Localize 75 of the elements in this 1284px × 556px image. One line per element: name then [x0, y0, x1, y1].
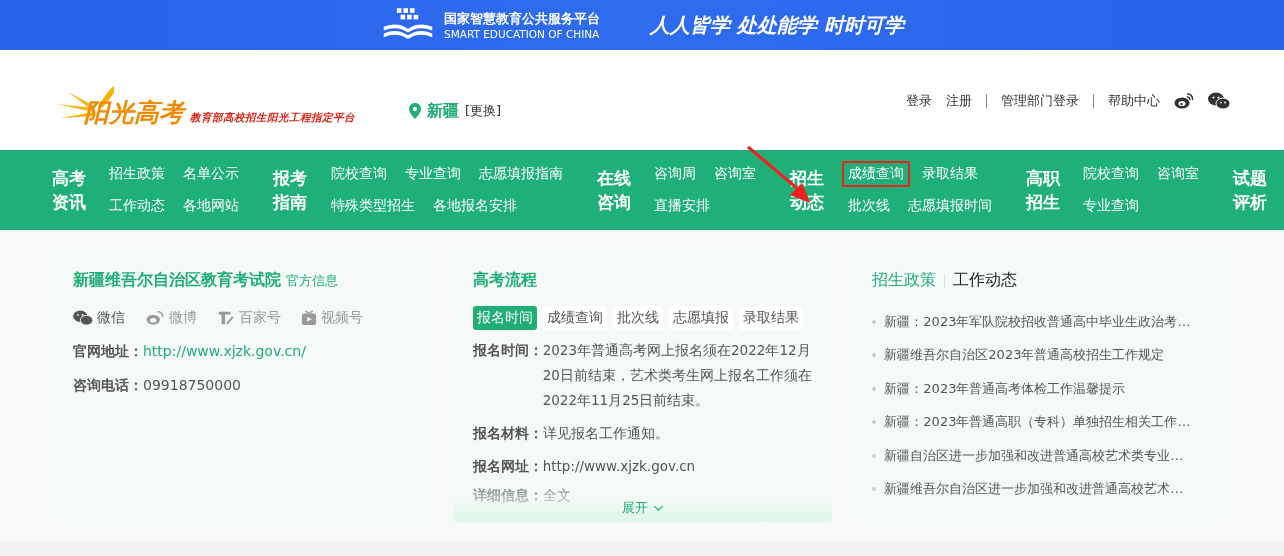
nav-link[interactable]: 志愿填报时间 — [901, 193, 998, 219]
website-link[interactable]: http://www.xjzk.gov.cn/ — [143, 343, 306, 361]
platform-name-english: SMART EDUCATION OF CHINA — [444, 26, 601, 41]
nav-link[interactable]: 咨询室 — [1150, 161, 1205, 187]
document-pen-icon — [217, 310, 235, 326]
chevron-down-icon — [652, 505, 664, 512]
news-link[interactable]: 新疆维吾尔自治区进一步加强和改进普通高校艺术… — [884, 480, 1184, 499]
nav-link[interactable]: 录取结果 — [915, 161, 984, 187]
news-tab[interactable]: 招生政策 — [872, 270, 937, 291]
header-link[interactable]: 管理部门登录 — [1001, 92, 1079, 110]
nav-link[interactable]: 院校查询 — [1076, 161, 1145, 187]
nav-link[interactable]: 成绩查询 — [841, 161, 910, 187]
platform-name: 国家智慧教育公共服务平台 — [444, 9, 601, 27]
header-link[interactable]: 注册 — [946, 92, 972, 110]
field-label: 报名时间： — [472, 341, 543, 360]
institution-name: 新疆维吾尔自治区教育考试院 — [73, 270, 281, 291]
tv-play-icon — [301, 310, 317, 326]
location-pin-icon — [409, 103, 421, 119]
field-label: 报名网址： — [472, 457, 543, 476]
nav-link[interactable]: 专业查询 — [1076, 193, 1145, 219]
news-link[interactable]: 新疆：2023年普通高职（专科）单独招生相关工作… — [884, 413, 1191, 432]
nav-category-link[interactable]: 试题评析 — [1232, 166, 1271, 214]
social-link[interactable]: 微信 — [73, 309, 125, 327]
nav-link[interactable]: 志愿填报指南 — [472, 161, 569, 187]
field-value: 详见报名工作通知。 — [542, 424, 670, 443]
nav-category-link[interactable]: 在线咨询 — [596, 166, 635, 214]
process-tab[interactable]: 志愿填报 — [668, 306, 733, 330]
weibo-icon — [145, 310, 165, 326]
card-title: 高考流程 — [472, 270, 538, 291]
nav-link[interactable]: 名单公示 — [177, 161, 246, 187]
location-name: 新疆 — [427, 100, 459, 122]
nav-link[interactable]: 咨询室 — [708, 161, 763, 187]
news-link[interactable]: 新疆自治区进一步加强和改进普通高校艺术类专业… — [884, 446, 1184, 465]
field-label: 报名材料： — [472, 424, 543, 443]
nav-link[interactable]: 直播安排 — [648, 193, 717, 219]
nav-link[interactable]: 咨询周 — [648, 161, 703, 187]
process-tab[interactable]: 成绩查询 — [542, 306, 607, 330]
field-value: 09918750000 — [143, 377, 241, 395]
news-tab[interactable]: 工作动态 — [953, 270, 1018, 291]
field-label: 咨询电话： — [73, 377, 143, 395]
nav-link[interactable]: 各地报名安排 — [426, 193, 523, 219]
field-label: 详细信息： — [472, 486, 543, 505]
slogan: 人人皆学 处处能学 时时可学 — [650, 11, 904, 39]
field-value: 全文 — [542, 486, 571, 505]
news-link[interactable]: 新疆：2023年普通高考体检工作温馨提示 — [884, 379, 1126, 398]
field-value: 2023年普通高考网上报名须在2022年12月20日前结束，艺术类考生网上报名工作须在2022年11月25日前结束。 — [542, 341, 813, 410]
header-link[interactable]: 登录 — [906, 92, 932, 110]
nav-link[interactable]: 工作动态 — [103, 193, 172, 219]
expand-button[interactable]: 展开 — [615, 499, 670, 518]
nav-link[interactable]: 批次线 — [841, 193, 896, 219]
social-link[interactable]: 视频号 — [301, 309, 363, 327]
change-location-link[interactable]: [更换] — [465, 102, 502, 120]
process-tab[interactable]: 批次线 — [612, 306, 663, 330]
nav-link[interactable]: 特殊类型招生 — [324, 193, 421, 219]
wechat-icon — [73, 310, 93, 326]
nav-category-link[interactable]: 高考资讯 — [52, 166, 90, 214]
social-link[interactable]: 微博 — [145, 309, 197, 327]
header-link[interactable]: 帮助中心 — [1108, 92, 1160, 110]
field-label: 官网地址： — [73, 343, 143, 361]
process-tab[interactable]: 录取结果 — [738, 306, 803, 330]
nav-category-link[interactable]: 高职招生 — [1025, 166, 1063, 214]
official-info-tag: 官方信息 — [286, 273, 338, 290]
wechat-icon[interactable] — [1208, 92, 1230, 110]
field-value: http://www.xjzk.gov.cn — [542, 457, 697, 476]
weibo-icon[interactable] — [1174, 92, 1194, 110]
site-logo[interactable]: 阳光高考 教育部高校招生阳光工程指定平台 — [54, 81, 355, 129]
nav-link[interactable]: 院校查询 — [324, 161, 393, 187]
nav-link[interactable]: 招生政策 — [103, 161, 172, 187]
news-link[interactable]: 新疆维吾尔自治区2023年普通高校招生工作规定 — [884, 346, 1165, 365]
social-link[interactable]: 百家号 — [217, 309, 281, 327]
nav-category-link[interactable]: 报考指南 — [273, 166, 311, 214]
news-link[interactable]: 新疆：2023年军队院校招收普通高中毕业生政治考… — [884, 312, 1191, 331]
nav-link[interactable]: 专业查询 — [398, 161, 467, 187]
nav-link[interactable]: 各地网站 — [177, 193, 246, 219]
process-tab[interactable]: 报名时间 — [472, 306, 537, 330]
